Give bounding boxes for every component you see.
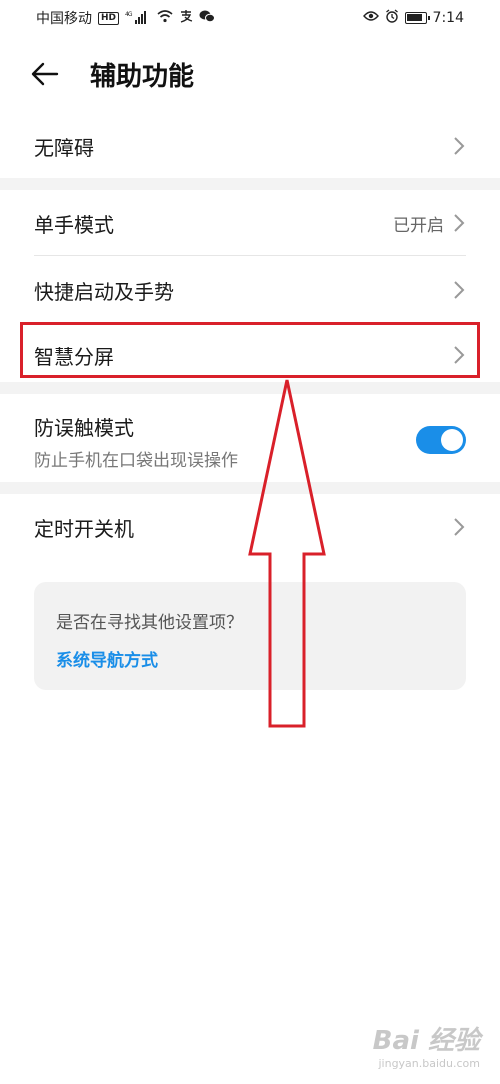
eye-icon <box>362 10 379 26</box>
watermark: Bai 经验 jingyan.baidu.com <box>373 1020 480 1070</box>
wifi-icon <box>157 9 173 27</box>
hd-icon: HD <box>98 11 120 25</box>
chevron-right-icon <box>454 281 465 299</box>
row-divider <box>34 255 466 256</box>
signal-icon: 4G <box>125 10 151 27</box>
settings-item-one-hand-mode[interactable]: 单手模式 已开启 <box>0 194 500 252</box>
page-title: 辅助功能 <box>90 62 195 92</box>
alarm-icon <box>385 9 399 27</box>
battery-icon <box>404 12 430 24</box>
wechat-icon <box>199 9 216 27</box>
pocket-mode-toggle[interactable] <box>416 426 466 454</box>
back-button[interactable] <box>30 52 70 96</box>
status-left: 中国移动 HD 4G <box>36 8 216 28</box>
section-divider <box>0 178 500 190</box>
chevron-right-icon <box>454 214 465 232</box>
settings-item-description: 防止手机在口袋出现误操作 <box>34 451 238 471</box>
system-navigation-link[interactable]: 系统导航方式 <box>56 646 158 671</box>
chevron-right-icon <box>454 137 465 155</box>
chevron-right-icon <box>454 518 465 536</box>
settings-item-label: 无障碍 <box>34 135 94 160</box>
alipay-icon <box>179 9 193 27</box>
settings-item-accessibility[interactable]: 无障碍 <box>0 118 500 174</box>
settings-item-label: 定时开关机 <box>34 516 134 541</box>
settings-item-label: 快捷启动及手势 <box>34 279 174 304</box>
settings-item-shortcuts-gestures[interactable]: 快捷启动及手势 <box>0 260 500 320</box>
settings-item-label: 防误触模式 <box>34 416 134 440</box>
suggestion-question: 是否在寻找其他设置项？ <box>56 613 243 633</box>
settings-item-label: 单手模式 <box>34 212 114 237</box>
page-header: 辅助功能 <box>0 52 500 96</box>
status-bar: 中国移动 HD 4G 7:14 <box>0 0 500 36</box>
watermark-logo: Bai 经验 <box>372 1026 480 1056</box>
arrow-left-icon <box>31 62 59 86</box>
status-right: 7:14 <box>362 9 464 27</box>
settings-item-value: 已开启 <box>393 215 444 236</box>
annotation-arrow-up-icon <box>248 379 326 728</box>
highlight-box <box>20 322 480 378</box>
watermark-url: jingyan.baidu.com <box>378 1057 480 1070</box>
carrier-label: 中国移动 <box>36 11 92 27</box>
clock-time: 7:14 <box>432 10 464 26</box>
svg-text:4G: 4G <box>125 11 133 18</box>
